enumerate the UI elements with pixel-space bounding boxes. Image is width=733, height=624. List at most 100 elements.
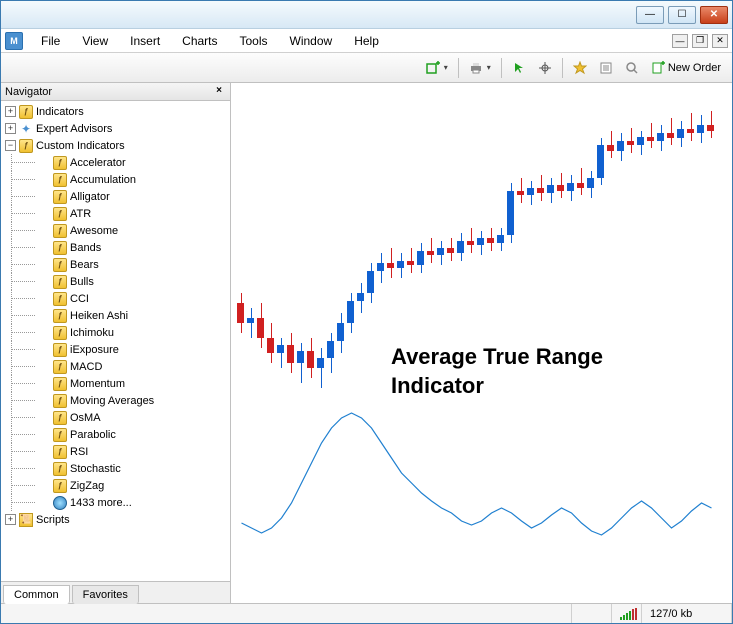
navigator-panel: Navigator × +ƒIndicators+✦Expert Advisor…	[1, 83, 231, 603]
tree-item-atr[interactable]: ƒATR	[1, 205, 230, 222]
fx-icon: ƒ	[53, 258, 67, 272]
tree-expander[interactable]: +	[5, 514, 16, 525]
content-area: Navigator × +ƒIndicators+✦Expert Advisor…	[1, 83, 732, 603]
tree-item-heiken-ashi[interactable]: ƒHeiken Ashi	[1, 307, 230, 324]
star-icon	[573, 61, 587, 75]
menu-insert[interactable]: Insert	[120, 32, 170, 50]
chart-overlay-line2: Indicator	[391, 372, 603, 401]
tree-expander	[39, 429, 50, 440]
menu-file[interactable]: File	[31, 32, 70, 50]
fx-icon: ƒ	[53, 207, 67, 221]
tree-item-iexposure[interactable]: ƒiExposure	[1, 341, 230, 358]
tree-expander[interactable]: −	[5, 140, 16, 151]
connection-indicator	[612, 604, 642, 623]
fx-icon: ƒ	[53, 360, 67, 374]
tree-item-custom-indicators[interactable]: −ƒCustom Indicators	[1, 137, 230, 154]
statusbar: 127/0 kb	[1, 603, 732, 623]
tree-expander	[39, 378, 50, 389]
tree-expander	[39, 157, 50, 168]
cursor-icon	[512, 61, 526, 75]
tree-item-scripts[interactable]: +📜Scripts	[1, 511, 230, 528]
tree-item-momentum[interactable]: ƒMomentum	[1, 375, 230, 392]
add-chart-button[interactable]: ▾	[421, 57, 453, 79]
tree-expander	[39, 242, 50, 253]
tree-expander	[39, 412, 50, 423]
tree-expander	[39, 327, 50, 338]
tree-item-ichimoku[interactable]: ƒIchimoku	[1, 324, 230, 341]
tree-item-label: RSI	[70, 446, 88, 458]
tree-expander	[39, 480, 50, 491]
maximize-button[interactable]: ☐	[668, 6, 696, 24]
app-icon: M	[5, 32, 23, 50]
menu-charts[interactable]: Charts	[172, 32, 227, 50]
fx-icon: ƒ	[53, 275, 67, 289]
mdi-close-button[interactable]: ✕	[712, 34, 728, 48]
tree-item-label: Bears	[70, 259, 99, 271]
menu-window[interactable]: Window	[280, 32, 343, 50]
new-order-label: New Order	[668, 62, 721, 74]
tree-expander	[39, 395, 50, 406]
tree-item-label: Bulls	[70, 276, 94, 288]
fx-icon: ƒ	[53, 445, 67, 459]
chart-area[interactable]: Average True Range Indicator	[231, 83, 732, 603]
tree-item-accelerator[interactable]: ƒAccelerator	[1, 154, 230, 171]
traffic-counter: 127/0 kb	[642, 604, 732, 623]
toolbar: ▾ ▾ New Order	[1, 53, 732, 83]
tab-common[interactable]: Common	[3, 585, 70, 604]
tree-item-bands[interactable]: ƒBands	[1, 239, 230, 256]
new-order-button[interactable]: New Order	[646, 57, 726, 79]
tree-item-bears[interactable]: ƒBears	[1, 256, 230, 273]
tree-item-stochastic[interactable]: ƒStochastic	[1, 460, 230, 477]
tree-item-label: Moving Averages	[70, 395, 154, 407]
ea-icon: ✦	[19, 122, 33, 136]
tree-item-indicators[interactable]: +ƒIndicators	[1, 103, 230, 120]
tree-item-macd[interactable]: ƒMACD	[1, 358, 230, 375]
fx-icon: ƒ	[53, 241, 67, 255]
globe-icon	[53, 496, 67, 510]
navigator-tree[interactable]: +ƒIndicators+✦Expert Advisors−ƒCustom In…	[1, 101, 230, 581]
tree-item-accumulation[interactable]: ƒAccumulation	[1, 171, 230, 188]
mdi-restore-button[interactable]: ❐	[692, 34, 708, 48]
tree-item-bulls[interactable]: ƒBulls	[1, 273, 230, 290]
tree-item-more[interactable]: 1433 more...	[1, 494, 230, 511]
tree-item-parabolic[interactable]: ƒParabolic	[1, 426, 230, 443]
tree-item-label: Scripts	[36, 514, 70, 526]
tree-item-label: Ichimoku	[70, 327, 114, 339]
tree-item-cci[interactable]: ƒCCI	[1, 290, 230, 307]
navigator-close-button[interactable]: ×	[212, 85, 226, 99]
tree-expander[interactable]: +	[5, 106, 16, 117]
print-button[interactable]: ▾	[464, 57, 496, 79]
crosshair-button[interactable]	[533, 57, 557, 79]
search-button[interactable]	[620, 57, 644, 79]
tree-item-expert-advisors[interactable]: +✦Expert Advisors	[1, 120, 230, 137]
tree-expander	[39, 191, 50, 202]
status-message	[1, 604, 572, 623]
menu-tools[interactable]: Tools	[230, 32, 278, 50]
tree-expander	[39, 463, 50, 474]
list-button[interactable]	[594, 57, 618, 79]
tree-expander	[39, 446, 50, 457]
fx-icon: ƒ	[19, 139, 33, 153]
minimize-button[interactable]: —	[636, 6, 664, 24]
tree-item-osma[interactable]: ƒOsMA	[1, 409, 230, 426]
tab-favorites[interactable]: Favorites	[72, 585, 139, 604]
tree-item-moving-averages[interactable]: ƒMoving Averages	[1, 392, 230, 409]
tree-expander	[39, 259, 50, 270]
tree-item-rsi[interactable]: ƒRSI	[1, 443, 230, 460]
script-icon: 📜	[19, 513, 33, 527]
menu-view[interactable]: View	[72, 32, 118, 50]
tree-item-zigzag[interactable]: ƒZigZag	[1, 477, 230, 494]
tree-item-label: Custom Indicators	[36, 140, 125, 152]
cursor-button[interactable]	[507, 57, 531, 79]
tree-item-awesome[interactable]: ƒAwesome	[1, 222, 230, 239]
mdi-minimize-button[interactable]: —	[672, 34, 688, 48]
tree-item-label: CCI	[70, 293, 89, 305]
menu-help[interactable]: Help	[344, 32, 389, 50]
close-button[interactable]: ✕	[700, 6, 728, 24]
tree-item-label: Momentum	[70, 378, 125, 390]
tree-item-alligator[interactable]: ƒAlligator	[1, 188, 230, 205]
tree-expander[interactable]: +	[5, 123, 16, 134]
window-titlebar: — ☐ ✕	[1, 1, 732, 29]
favorites-button[interactable]	[568, 57, 592, 79]
printer-icon	[469, 61, 483, 75]
